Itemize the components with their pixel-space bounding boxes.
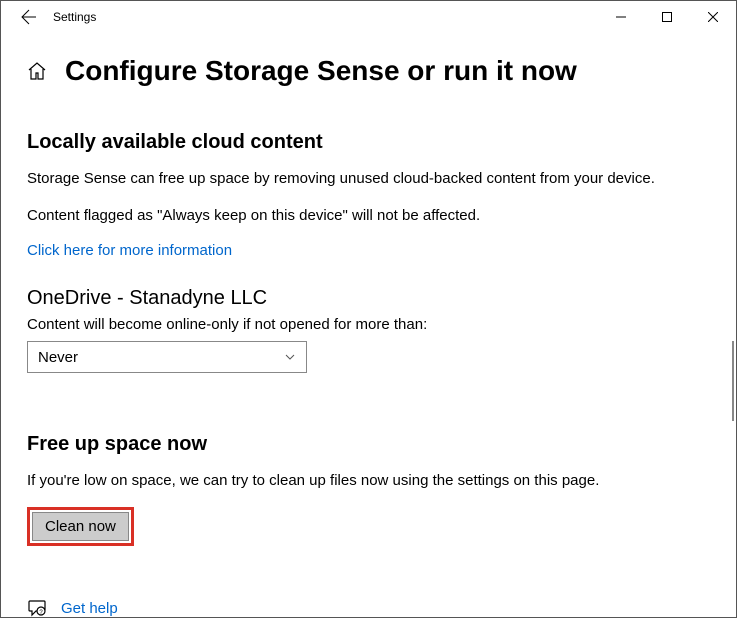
section-cloud-title: Locally available cloud content: [27, 131, 710, 154]
get-help-link[interactable]: Get help: [61, 600, 118, 617]
help-row: ? Get help: [27, 598, 710, 618]
help-chat-icon: ?: [27, 598, 47, 618]
minimize-button[interactable]: [598, 1, 644, 33]
minimize-icon: [616, 12, 626, 22]
window-controls: [598, 1, 736, 33]
home-icon[interactable]: [27, 61, 47, 81]
cloud-desc-1: Storage Sense can free up space by remov…: [27, 168, 710, 189]
maximize-icon: [662, 12, 672, 22]
freeup-title: Free up space now: [27, 433, 710, 456]
freeup-desc: If you're low on space, we can try to cl…: [27, 470, 710, 491]
onedrive-title: OneDrive - Stanadyne LLC: [27, 287, 710, 310]
dropdown-selected-value: Never: [38, 349, 78, 366]
page-header: Configure Storage Sense or run it now: [27, 55, 710, 87]
back-arrow-icon: [21, 9, 37, 25]
content-area: Configure Storage Sense or run it now Lo…: [1, 33, 736, 618]
chevron-down-icon: [284, 351, 296, 363]
scrollbar[interactable]: [732, 341, 734, 421]
more-info-link[interactable]: Click here for more information: [27, 242, 232, 259]
cloud-desc-2: Content flagged as "Always keep on this …: [27, 205, 710, 226]
back-button[interactable]: [9, 1, 49, 33]
close-icon: [708, 12, 718, 22]
page-title: Configure Storage Sense or run it now: [65, 55, 577, 87]
maximize-button[interactable]: [644, 1, 690, 33]
app-title: Settings: [53, 10, 96, 24]
close-button[interactable]: [690, 1, 736, 33]
titlebar: Settings: [1, 1, 736, 33]
onedrive-interval-dropdown[interactable]: Never: [27, 341, 307, 373]
onedrive-desc: Content will become online-only if not o…: [27, 316, 710, 333]
clean-now-button[interactable]: Clean now: [32, 512, 129, 541]
highlight-annotation: Clean now: [27, 507, 134, 546]
